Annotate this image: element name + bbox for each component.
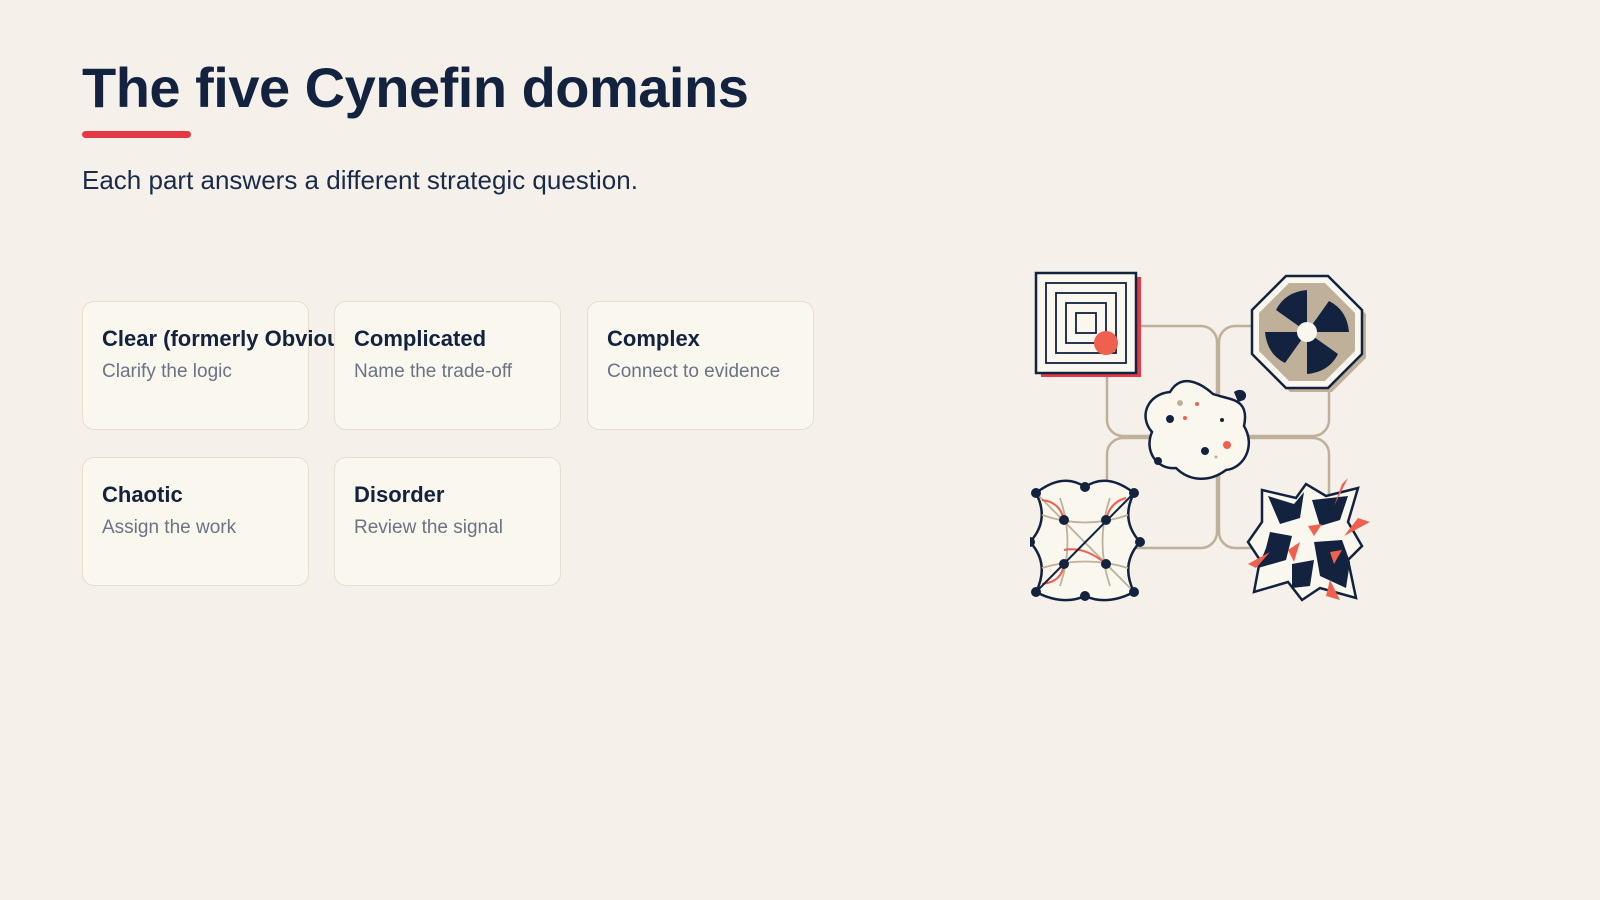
domain-name: Complicated <box>354 326 487 351</box>
domain-description: Review the signal <box>354 517 503 538</box>
domain-description: Assign the work <box>102 517 237 538</box>
domain-card-complex: Complex Connect to evidence <box>587 301 814 430</box>
cynefin-illustration <box>1030 271 1370 602</box>
domain-card-clear: Clear (formerly Obvious) Clarify the log… <box>82 301 360 430</box>
blob-icon <box>1144 379 1250 480</box>
network-icon <box>1030 479 1145 602</box>
domain-card-disorder: Disorder Review the signal <box>334 457 561 586</box>
domain-description: Name the trade-off <box>354 361 513 382</box>
title-accent-bar <box>82 131 191 138</box>
shatter-icon <box>1246 478 1370 602</box>
domain-description: Clarify the logic <box>102 361 232 382</box>
domain-card-chaotic: Chaotic Assign the work <box>82 457 309 586</box>
domain-name: Complex <box>607 326 700 351</box>
slide-title: The five Cynefin domains <box>82 56 749 119</box>
labyrinth-icon <box>1034 271 1141 377</box>
domain-name: Clear (formerly Obvious) <box>102 326 360 351</box>
domain-card-complicated: Complicated Name the trade-off <box>334 301 561 430</box>
slide-subtitle: Each part answers a different strategic … <box>82 165 638 195</box>
domain-name: Disorder <box>354 482 445 507</box>
domain-name: Chaotic <box>102 482 183 507</box>
pinwheel-octagon-icon <box>1250 274 1366 392</box>
domain-description: Connect to evidence <box>607 361 781 382</box>
